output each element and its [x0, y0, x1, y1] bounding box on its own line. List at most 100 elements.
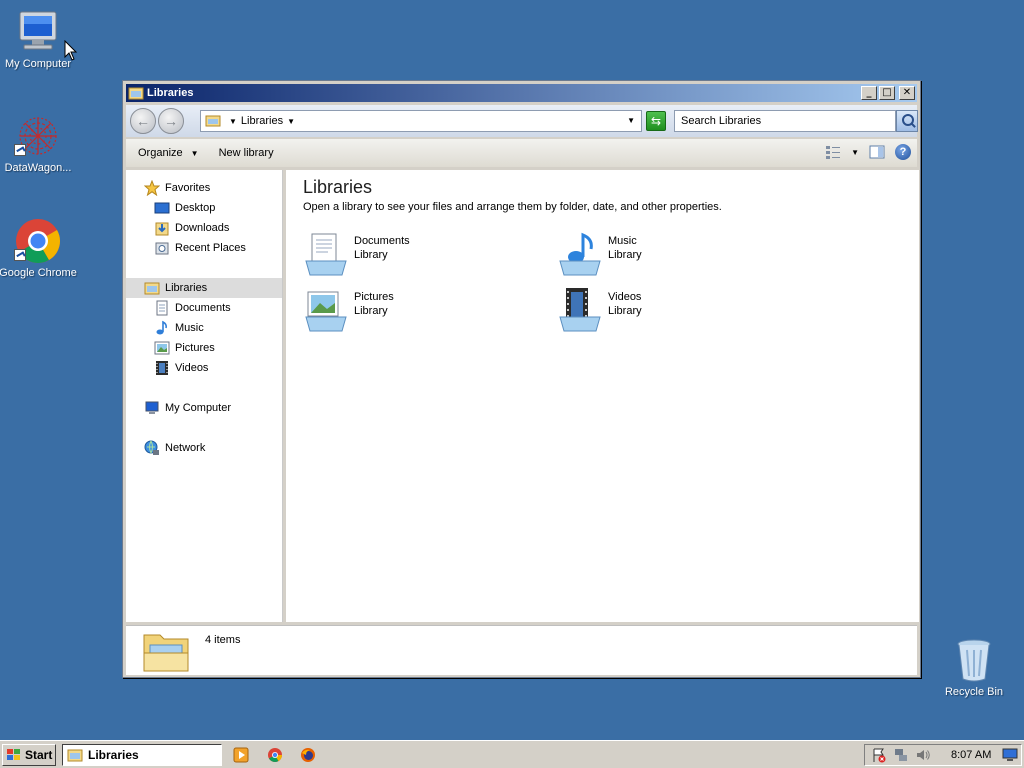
desktop-icon-chrome[interactable]: Google Chrome	[0, 217, 78, 279]
computer-icon	[19, 11, 57, 50]
page-title: Libraries	[303, 177, 373, 197]
library-name: Music	[608, 235, 637, 247]
downloads-icon	[155, 222, 169, 236]
nav-item-my-computer[interactable]: My Computer	[144, 398, 300, 418]
libraries-folder-icon	[67, 749, 83, 762]
library-name: Pictures	[354, 291, 394, 303]
nav-label: Pictures	[175, 342, 215, 354]
content-pane: Libraries Open a library to see your fil…	[286, 170, 919, 622]
change-view-icon[interactable]	[825, 145, 841, 159]
desktop-icon-label: DataWagon...	[4, 162, 72, 174]
window-controls: _ □ ✕	[861, 86, 915, 100]
maximize-button[interactable]: □	[879, 86, 895, 100]
libraries-folder-icon	[128, 87, 144, 100]
library-item-pictures[interactable]: Pictures Library	[302, 287, 394, 335]
refresh-button[interactable]: ⇆	[646, 111, 666, 131]
desktop-icon-datawagon[interactable]: DataWagon...	[0, 112, 78, 174]
window-title: Libraries	[147, 87, 194, 99]
nav-label: Documents	[175, 302, 231, 314]
organize-button[interactable]: Organize ▼	[138, 147, 199, 159]
details-pane: 4 items	[126, 625, 917, 675]
view-dropdown-icon[interactable]: ▼	[851, 148, 859, 157]
view-controls: ▼ ?	[825, 144, 911, 160]
star-icon	[144, 180, 160, 196]
close-button[interactable]: ✕	[899, 86, 915, 100]
search-input[interactable]: Search Libraries	[674, 110, 896, 132]
explorer-window: Libraries _ □ ✕ ← → ▼ Libraries ▼ ▼ ⇆ Se…	[122, 80, 921, 678]
nav-label: Music	[175, 322, 204, 334]
videos-icon	[156, 361, 168, 375]
nav-label: Network	[165, 442, 206, 454]
pictures-icon	[154, 341, 170, 355]
library-name: Videos	[608, 291, 642, 303]
chevron-down-icon: ▼	[190, 148, 199, 158]
shortcut-arrow-icon	[14, 249, 26, 261]
nav-item-favorites[interactable]: Favorites	[144, 178, 300, 198]
system-tray: 8:07 AM	[864, 744, 1022, 766]
command-bar: Organize ▼ New library ▼ ?	[126, 139, 917, 167]
action-center-flag-icon[interactable]	[871, 747, 887, 763]
library-type: Library	[354, 305, 388, 317]
address-bar-area: ← → ▼ Libraries ▼ ▼ ⇆ Search Libraries	[126, 105, 918, 137]
chevron-down-icon[interactable]: ▼	[287, 117, 295, 126]
taskbar-item-label: Libraries	[88, 748, 139, 762]
new-library-button[interactable]: New library	[219, 147, 274, 159]
minimize-button[interactable]: _	[861, 86, 877, 100]
start-label: Start	[25, 748, 53, 762]
monitor-icon[interactable]	[1002, 747, 1018, 763]
shortcut-arrow-icon	[14, 144, 26, 156]
back-button[interactable]: ←	[130, 108, 156, 134]
media-player-icon[interactable]	[233, 747, 249, 763]
videos-library-icon	[559, 288, 601, 332]
nav-label: Downloads	[175, 222, 230, 234]
nav-label: Desktop	[175, 202, 216, 214]
start-button[interactable]: Start	[2, 744, 56, 766]
desktop-icon-label: Recycle Bin	[944, 686, 1004, 698]
library-type: Library	[608, 249, 642, 261]
nav-label: Videos	[175, 362, 209, 374]
firefox-icon[interactable]	[300, 747, 316, 763]
taskbar: Start Libraries 8:07 AM	[0, 740, 1024, 768]
preview-pane-icon[interactable]	[869, 145, 885, 159]
network-icon	[144, 440, 159, 455]
taskbar-item-libraries[interactable]: Libraries	[62, 744, 222, 766]
library-type: Library	[354, 249, 388, 261]
search-button[interactable]	[896, 110, 918, 132]
desktop-icon-recycle-bin[interactable]: Recycle Bin	[934, 636, 1014, 698]
library-item-videos[interactable]: Videos Library	[556, 287, 642, 335]
clock[interactable]: 8:07 AM	[951, 749, 991, 761]
address-history-dropdown[interactable]: ▼	[627, 116, 635, 125]
mouse-cursor-icon	[64, 40, 78, 61]
computer-icon	[145, 401, 159, 414]
volume-icon[interactable]	[915, 747, 931, 763]
network-status-icon[interactable]	[893, 747, 909, 763]
address-segment[interactable]: Libraries	[241, 115, 283, 127]
navigation-pane: Favorites Desktop Downloads Recent Place…	[126, 170, 283, 622]
library-type: Library	[608, 305, 642, 317]
desktop-icon-label: Google Chrome	[0, 267, 77, 279]
windows-flag-icon	[7, 749, 20, 760]
libraries-folder-icon	[205, 115, 221, 127]
new-library-label: New library	[218, 147, 274, 159]
music-library-icon	[559, 232, 601, 276]
help-icon[interactable]: ?	[895, 144, 911, 160]
libraries-folder-icon	[143, 634, 189, 672]
libraries-folder-icon	[144, 282, 160, 295]
address-input[interactable]: ▼ Libraries ▼ ▼	[200, 110, 642, 132]
page-description: Open a library to see your files and arr…	[303, 201, 722, 213]
item-count: 4 items	[205, 634, 241, 646]
pictures-library-icon	[305, 291, 347, 332]
chevron-right-icon[interactable]: ▼	[229, 117, 237, 126]
recent-places-icon	[155, 242, 169, 255]
nav-item-network[interactable]: Network	[144, 438, 300, 458]
library-item-documents[interactable]: Documents Library	[302, 231, 410, 279]
nav-item-libraries[interactable]: Libraries	[126, 278, 282, 298]
nav-label: My Computer	[165, 402, 232, 414]
forward-button[interactable]: →	[158, 108, 184, 134]
nav-label: Favorites	[165, 182, 211, 194]
nav-label: Libraries	[165, 282, 208, 294]
window-titlebar[interactable]: Libraries _ □ ✕	[126, 84, 917, 102]
nav-label: Recent Places	[175, 242, 246, 254]
chrome-icon[interactable]	[267, 747, 283, 763]
library-item-music[interactable]: Music Library	[556, 231, 642, 279]
